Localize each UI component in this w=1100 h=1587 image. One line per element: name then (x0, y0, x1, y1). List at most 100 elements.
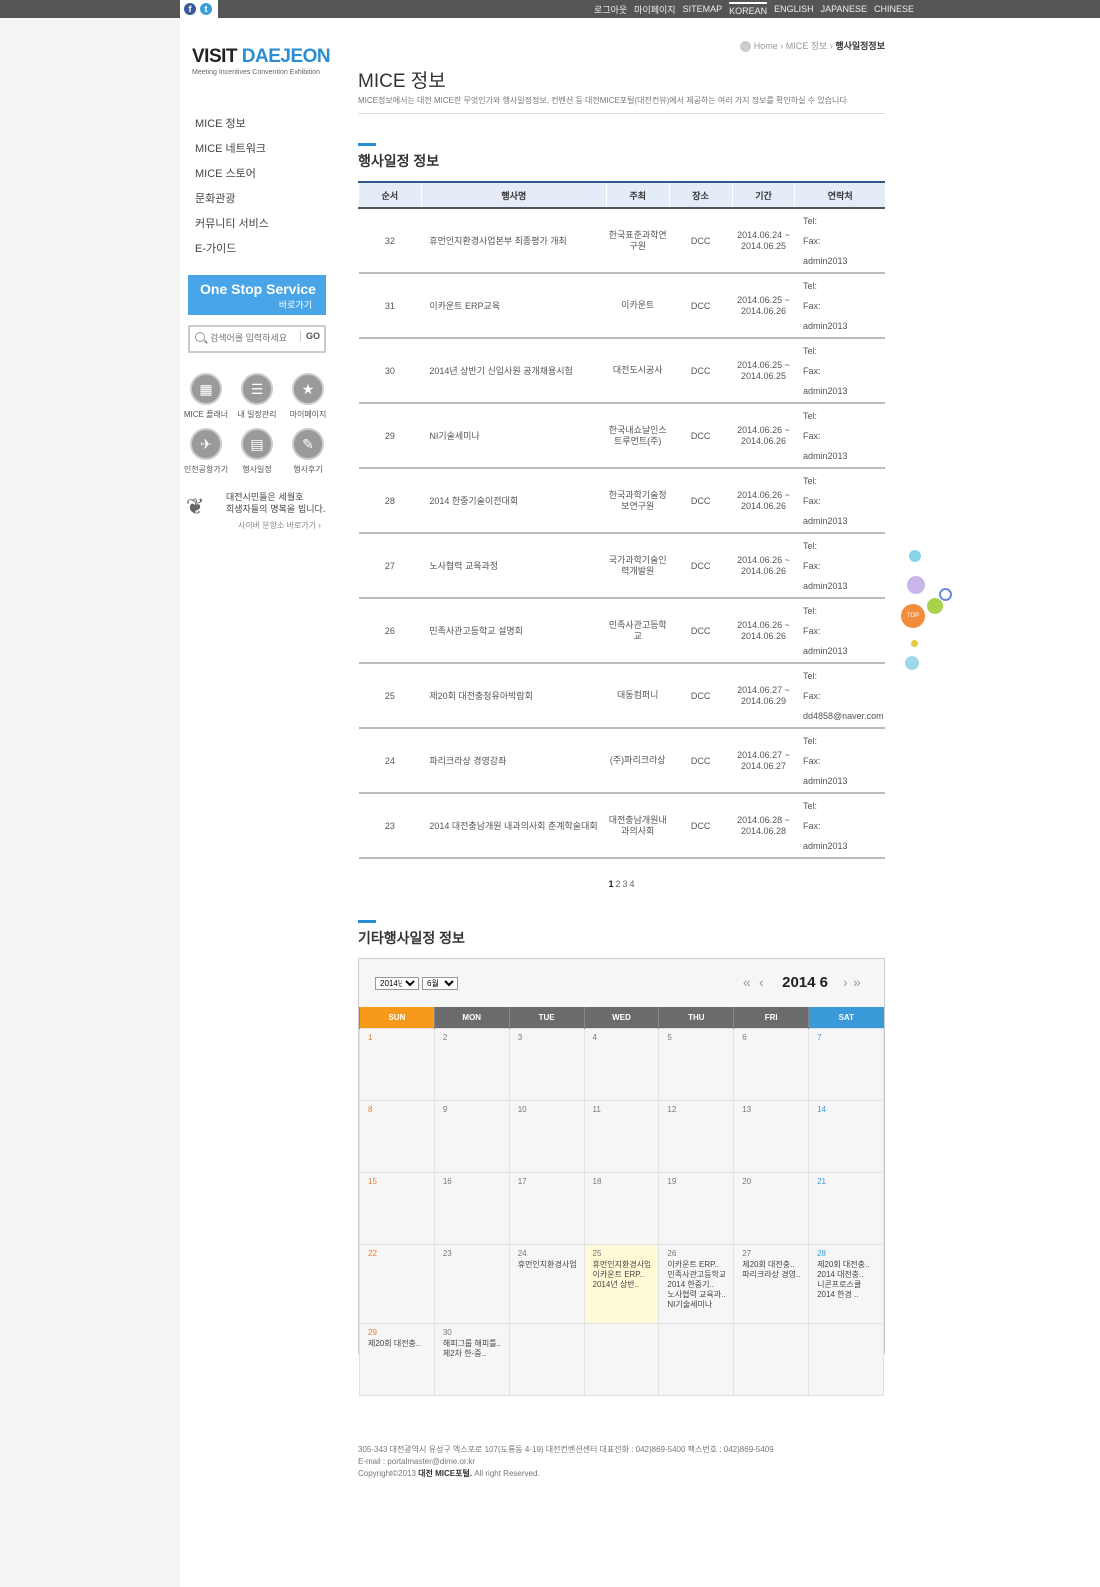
korean-link[interactable]: KOREAN (729, 2, 768, 16)
page-3[interactable]: 3 (623, 879, 628, 889)
calendar-day[interactable]: 12 (658, 1100, 735, 1173)
next-year-icon[interactable]: » (853, 974, 861, 990)
calendar-event[interactable]: 이카운트 ERP.. (593, 1270, 651, 1280)
calendar-day[interactable]: 15 (359, 1172, 435, 1245)
my-schedule-button[interactable]: ☰ 내 일정관리 (231, 373, 283, 420)
calendar-event[interactable]: 휴먼인지환경사업.. (518, 1260, 576, 1270)
calendar-day[interactable]: 13 (733, 1100, 810, 1173)
calendar-day[interactable]: 9 (433, 1100, 510, 1173)
mypage-link[interactable]: 마이페이지 (634, 3, 675, 16)
breadcrumb-mid[interactable]: MICE 정보 (786, 41, 828, 51)
calendar-event[interactable]: 민족사관고등학교.. (667, 1270, 725, 1280)
calendar-day[interactable]: 5 (658, 1028, 735, 1101)
menu-item-mice-info[interactable]: MICE 정보 (195, 112, 269, 137)
event-name[interactable]: NI기술세미나 (421, 403, 607, 469)
breadcrumb-home[interactable]: Home (754, 41, 778, 51)
calendar-event[interactable]: 2014 한경 .. (817, 1290, 875, 1300)
calendar-day[interactable]: 1 (359, 1028, 435, 1101)
event-name[interactable]: 파리크라상 경영강좌 (421, 728, 607, 794)
event-review-button[interactable]: ✎ 행사후기 (282, 428, 334, 475)
calendar-day[interactable]: 29 제20회 대전충.. (359, 1323, 435, 1396)
table-row[interactable]: 29 NI기술세미나 한국내쇼날인스트루먼트(주) DCC 2014.06.26 ~ 2… (358, 403, 885, 469)
calendar-event[interactable]: 제20회 대전충.. (817, 1260, 875, 1270)
calendar-event[interactable]: NI기술세미나 (667, 1300, 725, 1310)
one-stop-service-button[interactable]: One Stop Service 바로가기 (188, 275, 326, 315)
top-scroll-widget[interactable]: TOP (901, 548, 955, 678)
calendar-day[interactable]: 17 (508, 1172, 585, 1245)
search-go-button[interactable]: GO (299, 331, 320, 341)
table-row[interactable]: 23 2014 대전충남개원 내과의사회 춘계학술대회 대전충남개원내과의사회 DCC… (358, 793, 885, 859)
event-name[interactable]: 2014 대전충남개원 내과의사회 춘계학술대회 (421, 793, 607, 859)
calendar-day[interactable]: 3 (508, 1028, 585, 1101)
table-row[interactable]: 25 제20회 대전충청유아박람회 대동컴퍼니 DCC 2014.06.27 ~ 201… (358, 663, 885, 729)
calendar-day[interactable]: 28 제20회 대전충.. 2014 대전충.. 니콘프로스쿨 2014 한경 .. (808, 1244, 884, 1324)
event-name[interactable]: 휴먼인지환경사업본부 최종평가 개최 (421, 208, 607, 274)
calendar-event[interactable]: 2014 대전충.. (817, 1270, 875, 1280)
menu-item-mice-network[interactable]: MICE 네트워크 (195, 137, 269, 162)
event-name[interactable]: 2014년 상반기 신입사원 공개채용시험 (421, 338, 607, 404)
search-input[interactable] (210, 330, 296, 346)
calendar-day[interactable]: 23 (433, 1244, 510, 1324)
calendar-event[interactable]: 파리크라상 경영.. (742, 1270, 800, 1280)
page-2[interactable]: 2 (615, 879, 620, 889)
calendar-day[interactable]: 30 해피그룹 해피틀.. 제2차 한-중.. (433, 1323, 510, 1396)
menu-item-e-guide[interactable]: E-가이드 (195, 237, 269, 262)
event-name[interactable]: 노사협력 교육과정 (421, 533, 607, 599)
calendar-day[interactable]: 11 (583, 1100, 660, 1173)
calendar-day[interactable]: 20 (733, 1172, 810, 1245)
next-month-icon[interactable]: › (843, 974, 848, 990)
calendar-day[interactable]: 25 휴먼인지환경사업.. 이카운트 ERP.. 2014년 상반.. (583, 1244, 660, 1324)
calendar-day[interactable] (658, 1323, 735, 1396)
calendar-event[interactable]: 이카운트 ERP.. (667, 1260, 725, 1270)
mice-planner-button[interactable]: ▦ MICE 플래너 (180, 373, 232, 420)
calendar-event[interactable]: 니콘프로스쿨 (817, 1280, 875, 1290)
table-row[interactable]: 26 민족사관고등학교 설명회 민족사관고등학교 DCC 2014.06.26 ~ 20… (358, 598, 885, 664)
calendar-day[interactable]: 4 (583, 1028, 660, 1101)
page-1[interactable]: 1 (608, 879, 613, 889)
event-name[interactable]: 이카운트 ERP교육 (421, 273, 607, 339)
prev-month-icon[interactable]: ‹ (759, 974, 764, 990)
facebook-icon[interactable]: f (184, 3, 196, 15)
calendar-day[interactable]: 27 제20회 대전충.. 파리크라상 경영.. (733, 1244, 810, 1324)
page-4[interactable]: 4 (630, 879, 635, 889)
table-row[interactable]: 30 2014년 상반기 신입사원 공개채용시험 대전도시공사 DCC 2014.06.… (358, 338, 885, 404)
calendar-day[interactable]: 16 (433, 1172, 510, 1245)
calendar-event[interactable]: 제20회 대전충.. (368, 1339, 426, 1349)
calendar-event[interactable]: 노사협력 교육과.. (667, 1290, 725, 1300)
calendar-event[interactable]: 해피그룹 해피틀.. (443, 1339, 501, 1349)
calendar-day[interactable]: 10 (508, 1100, 585, 1173)
calendar-event[interactable]: 2014년 상반.. (593, 1280, 651, 1290)
calendar-day[interactable] (808, 1323, 884, 1396)
event-name[interactable]: 제20회 대전충청유아박람회 (421, 663, 607, 729)
month-select[interactable]: 6월 (422, 977, 458, 990)
calendar-day[interactable]: 26 이카운트 ERP.. 민족사관고등학교.. 2014 한중기.. 노사협력 교육과… (658, 1244, 735, 1324)
calendar-day[interactable]: 24 휴먼인지환경사업.. (508, 1244, 585, 1324)
event-name[interactable]: 2014 한중기술이전대회 (421, 468, 607, 534)
site-logo[interactable]: VISIT DAEJEON Meeting Incentives Convent… (192, 46, 331, 76)
incheon-airport-button[interactable]: ✈ 인천공항가기 (180, 428, 232, 475)
calendar-day[interactable]: 22 (359, 1244, 435, 1324)
memorial-link[interactable]: 사이버 분향소 바로가기 › (238, 520, 321, 531)
top-button[interactable]: TOP (901, 604, 925, 628)
calendar-day[interactable]: 18 (583, 1172, 660, 1245)
calendar-day[interactable]: 6 (733, 1028, 810, 1101)
calendar-day[interactable]: 8 (359, 1100, 435, 1173)
home-icon[interactable] (739, 41, 751, 53)
menu-item-community[interactable]: 커뮤니티 서비스 (195, 212, 269, 237)
table-row[interactable]: 24 파리크라상 경영강좌 (주)파리크라상 DCC 2014.06.27 ~ 2014… (358, 728, 885, 794)
calendar-day[interactable] (583, 1323, 660, 1396)
table-row[interactable]: 28 2014 한중기술이전대회 한국과학기술정보연구원 DCC 2014.06.26 … (358, 468, 885, 534)
menu-item-mice-store[interactable]: MICE 스토어 (195, 162, 269, 187)
calendar-day[interactable]: 14 (808, 1100, 884, 1173)
calendar-day[interactable]: 19 (658, 1172, 735, 1245)
calendar-day[interactable] (733, 1323, 810, 1396)
event-name[interactable]: 민족사관고등학교 설명회 (421, 598, 607, 664)
year-select[interactable]: 2014년 (375, 977, 419, 990)
sitemap-link[interactable]: SITEMAP (683, 4, 723, 14)
calendar-day[interactable]: 2 (433, 1028, 510, 1101)
japanese-link[interactable]: JAPANESE (821, 4, 867, 14)
twitter-icon[interactable]: t (200, 3, 212, 15)
event-schedule-button[interactable]: ▤ 행사일정 (231, 428, 283, 475)
mypage-button[interactable]: ★ 마이페이지 (282, 373, 334, 420)
calendar-event[interactable]: 휴먼인지환경사업.. (593, 1260, 651, 1270)
